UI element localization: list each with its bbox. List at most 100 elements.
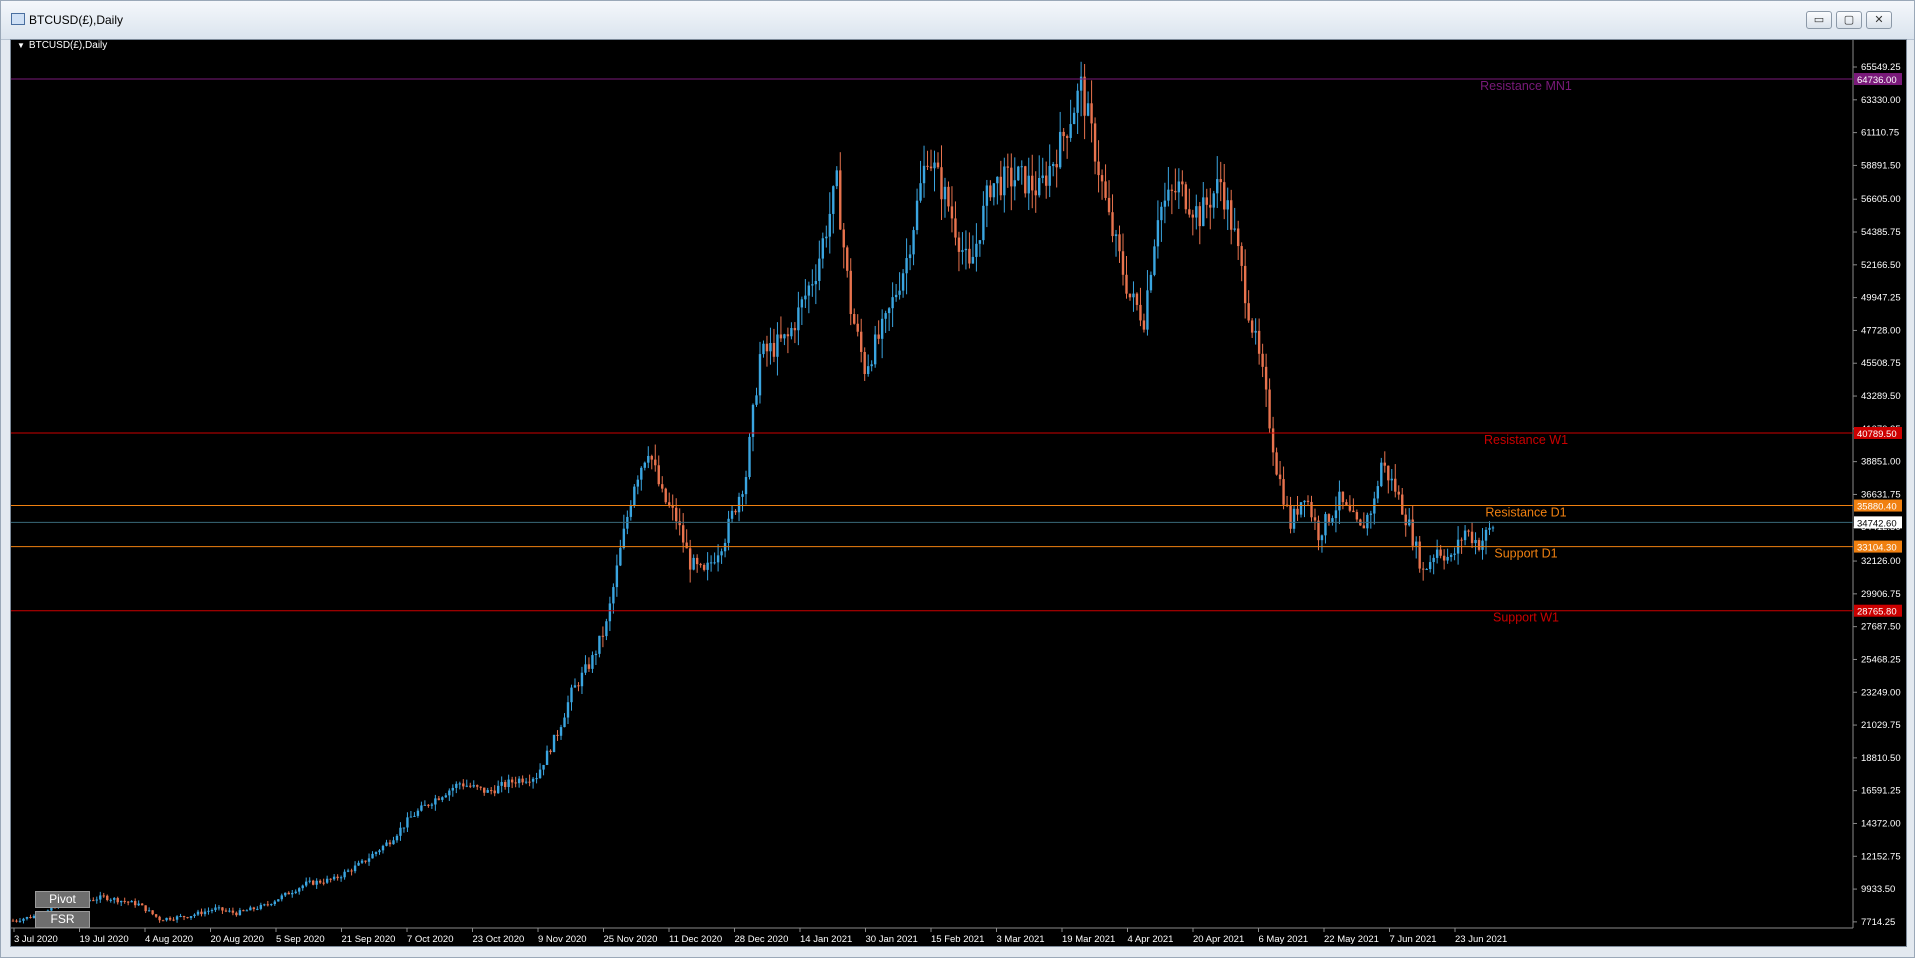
candle-body <box>1072 112 1076 125</box>
candle-body <box>493 790 496 794</box>
candle-body <box>856 323 859 332</box>
x-tick-label: 3 Mar 2021 <box>997 934 1045 945</box>
candle-body <box>521 778 524 783</box>
candle-body <box>427 804 430 806</box>
candle-body <box>1107 197 1111 213</box>
price-chart[interactable]: 65549.25 63330.00 61110.75 58891.50 56605.00… <box>11 40 1906 946</box>
candle-body <box>1031 175 1034 191</box>
chart-area[interactable]: 65549.25 63330.00 61110.75 58891.50 56605.00… <box>10 39 1907 947</box>
candle-body <box>113 898 116 900</box>
candle-body <box>416 810 420 816</box>
candle-body <box>458 783 461 785</box>
candle-body <box>975 243 978 257</box>
candle-body <box>961 250 964 252</box>
maximize-button[interactable]: ▢ <box>1836 11 1862 29</box>
candle-body <box>1174 190 1177 193</box>
candle-body <box>894 294 898 298</box>
candle-body <box>636 479 640 487</box>
candle-body <box>1219 179 1222 183</box>
candle-body <box>821 238 825 259</box>
candle-body <box>1058 131 1062 168</box>
candle-body <box>476 785 479 787</box>
fsr-button[interactable]: FSR <box>35 911 90 928</box>
candle-body <box>182 916 186 918</box>
candle-body <box>709 562 713 564</box>
y-tick-label: 14372.00 <box>1861 818 1901 829</box>
candle-body <box>1226 200 1229 210</box>
x-tick-label: 4 Aug 2020 <box>145 934 193 945</box>
candle-body <box>1111 212 1114 237</box>
close-button[interactable]: ✕ <box>1866 11 1892 29</box>
candle-body <box>22 918 25 921</box>
candle-body <box>1345 502 1348 505</box>
candle-body <box>1289 505 1292 529</box>
candle-body <box>744 477 748 495</box>
y-tick-label: 58891.50 <box>1861 160 1901 171</box>
candle-body <box>605 621 608 637</box>
chart-symbol-header[interactable]: ▼ BTCUSD(£),Daily <box>17 40 107 51</box>
candle-body <box>133 901 137 906</box>
candle-body <box>353 865 357 872</box>
candle-body <box>1230 200 1233 230</box>
candle-body <box>1041 175 1044 179</box>
candle-body <box>1484 529 1488 541</box>
candle-body <box>1132 293 1135 298</box>
candle-body <box>873 334 877 365</box>
level-price-label: 28765.80 <box>1857 607 1897 618</box>
candle-body <box>1432 557 1435 563</box>
x-tick-label: 15 Feb 2021 <box>931 934 984 945</box>
candle-body <box>905 258 908 274</box>
candle-body <box>1121 251 1125 275</box>
candle-body <box>413 815 416 817</box>
candle-body <box>542 764 545 770</box>
candle-body <box>1069 124 1072 138</box>
candle-body <box>832 186 835 214</box>
candle-body <box>329 878 332 880</box>
collapse-triangle-icon[interactable]: ▼ <box>17 41 25 50</box>
candle-body <box>608 603 612 622</box>
candle-body <box>374 852 378 854</box>
candle-body <box>964 248 968 251</box>
candle-body <box>193 914 196 917</box>
candle-body <box>434 798 437 805</box>
candle-body <box>678 521 681 526</box>
candle-body <box>1334 510 1338 519</box>
candle-body <box>332 876 336 880</box>
candle-body <box>1177 181 1181 193</box>
candle-body <box>409 816 413 818</box>
mt4-window: BTCUSD(£),Daily ▭ ▢ ✕ 65549.25 63330.00 61… <box>0 0 1915 958</box>
candle-body <box>214 907 217 911</box>
candle-body <box>982 205 985 241</box>
candle-body <box>695 557 699 565</box>
y-tick-label: 65549.25 <box>1861 62 1901 73</box>
candle-body <box>675 507 678 522</box>
candle-body <box>490 790 493 792</box>
candle-body <box>455 783 458 788</box>
candle-body <box>668 502 671 505</box>
y-tick-label: 49947.25 <box>1861 293 1901 304</box>
level-name-label: Resistance D1 <box>1485 506 1566 520</box>
candle-body <box>1491 527 1495 529</box>
candle-body <box>1296 508 1299 515</box>
candle-body <box>1209 204 1212 208</box>
candle-body <box>866 366 870 375</box>
candle-body <box>1306 500 1310 502</box>
candle-body <box>336 876 339 879</box>
candle-body <box>664 488 667 503</box>
candle-body <box>437 798 441 800</box>
y-tick-label: 45508.75 <box>1861 358 1901 369</box>
candle-body <box>1250 320 1254 333</box>
candle-body <box>839 170 842 230</box>
candle-body <box>587 664 591 669</box>
candle-body <box>510 779 514 783</box>
candle-body <box>992 183 996 198</box>
candle-body <box>392 840 395 845</box>
window-titlebar[interactable]: BTCUSD(£),Daily ▭ ▢ ✕ <box>1 1 1914 40</box>
candle-body <box>1383 462 1386 466</box>
candle-body <box>538 769 542 779</box>
candle-body <box>1170 189 1174 191</box>
pivot-button[interactable]: Pivot <box>35 891 90 908</box>
minimize-button[interactable]: ▭ <box>1806 11 1832 29</box>
candle-body <box>1100 175 1104 182</box>
candle-body <box>1435 549 1439 558</box>
